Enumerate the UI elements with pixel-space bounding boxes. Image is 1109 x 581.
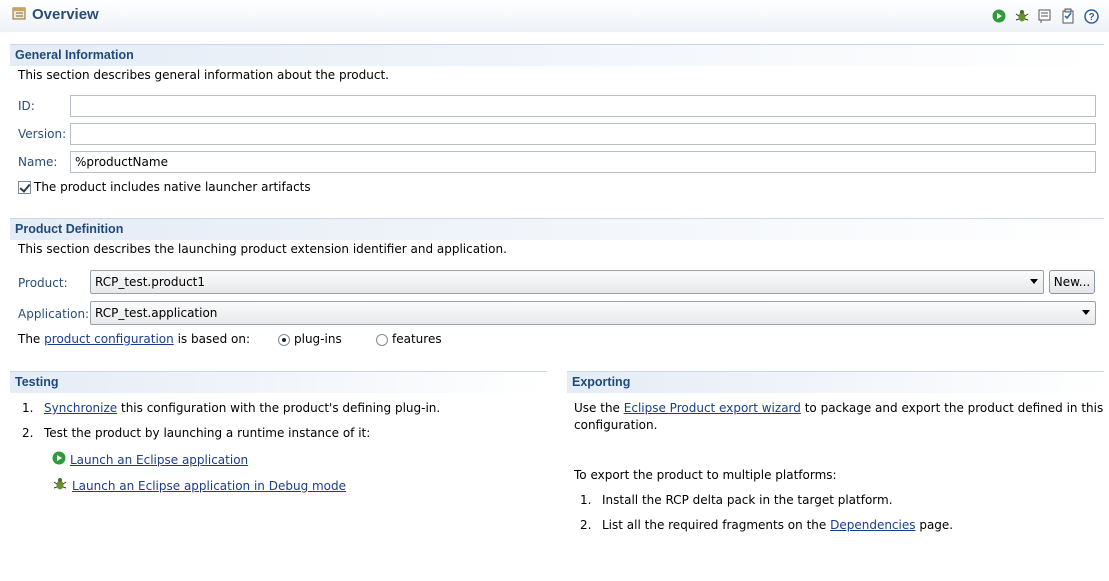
- launch-application-row: Launch an Eclipse application: [52, 451, 248, 468]
- synchronize-link[interactable]: Synchronize: [44, 401, 117, 415]
- testing-step-2: 2. Test the product by launching a runtim…: [22, 426, 370, 440]
- product-definition-description: This section describes the launching pro…: [18, 242, 507, 256]
- features-radio-label: features: [392, 332, 442, 346]
- general-information-description: This section describes general informati…: [18, 68, 389, 82]
- sync-icon[interactable]: [1060, 8, 1076, 24]
- exporting-use-line-2: configuration.: [574, 418, 658, 432]
- page-title-text: Overview: [32, 6, 99, 23]
- overview-icon: [11, 5, 27, 24]
- editor-header: Overview ?: [0, 0, 1109, 32]
- svg-text:?: ?: [1088, 12, 1094, 23]
- application-label: Application:: [18, 307, 90, 321]
- testing-header[interactable]: Testing: [10, 371, 547, 393]
- plugins-radio[interactable]: [278, 334, 290, 346]
- help-icon[interactable]: ?: [1083, 8, 1099, 24]
- general-information-title: General Information: [15, 48, 134, 62]
- export-icon[interactable]: [1037, 8, 1053, 24]
- general-information-header[interactable]: General Information: [10, 44, 1104, 66]
- testing-step-2-text: Test the product by launching a runtime …: [44, 426, 371, 440]
- version-field[interactable]: [70, 123, 1096, 145]
- product-label: Product:: [18, 276, 68, 290]
- run-icon: [52, 451, 66, 468]
- id-field[interactable]: [70, 95, 1096, 117]
- export-wizard-link[interactable]: Eclipse Product export wizard: [624, 401, 801, 415]
- dependencies-link[interactable]: Dependencies: [830, 518, 915, 532]
- product-combo-value: RCP_test.product1: [95, 275, 206, 289]
- based-on-suffix: is based on:: [177, 332, 250, 346]
- testing-title: Testing: [15, 375, 59, 389]
- new-product-button[interactable]: New...: [1049, 270, 1095, 294]
- name-label: Name:: [18, 155, 58, 169]
- application-combo[interactable]: RCP_test.application: [90, 301, 1096, 325]
- exporting-title: Exporting: [572, 375, 631, 389]
- exporting-use-suffix: to package and export the product define…: [804, 401, 1104, 415]
- step-number: 1.: [22, 401, 34, 415]
- name-field[interactable]: [70, 151, 1096, 173]
- native-launcher-label: The product includes native launcher art…: [34, 180, 311, 194]
- page-title: Overview: [11, 5, 99, 24]
- id-label: ID:: [18, 99, 35, 113]
- product-combo[interactable]: RCP_test.product1: [90, 270, 1044, 294]
- exporting-header[interactable]: Exporting: [567, 371, 1104, 393]
- step-number: 2.: [22, 426, 34, 440]
- exporting-use-prefix: Use the: [574, 401, 620, 415]
- product-configuration-link[interactable]: product configuration: [44, 332, 174, 346]
- exporting-use-line: Use the Eclipse Product export wizard to…: [574, 401, 1103, 415]
- plugins-radio-label: plug-ins: [294, 332, 342, 346]
- header-toolbar: ?: [991, 8, 1099, 24]
- chevron-down-icon: [1082, 310, 1090, 315]
- debug-icon[interactable]: [1014, 8, 1030, 24]
- exporting-step-1-text: Install the RCP delta pack in the target…: [602, 493, 893, 507]
- testing-step-1: 1. Synchronize this configuration with th…: [22, 401, 440, 415]
- exporting-step-2: 2. List all the required fragments on the…: [580, 518, 953, 532]
- exporting-step-2-suffix: page.: [919, 518, 954, 532]
- based-on-text: The product configuration is based on:: [18, 332, 250, 346]
- product-definition-title: Product Definition: [15, 222, 124, 236]
- exporting-step-1: 1. Install the RCP delta pack in the targ…: [580, 493, 893, 507]
- features-radio[interactable]: [376, 334, 388, 346]
- launch-debug-row: Launch an Eclipse application in Debug m…: [52, 476, 346, 495]
- version-label: Version:: [18, 127, 67, 141]
- step-number: 2.: [580, 518, 592, 532]
- native-launcher-checkbox[interactable]: [18, 181, 31, 194]
- run-icon[interactable]: [991, 8, 1007, 24]
- launch-eclipse-application-link[interactable]: Launch an Eclipse application: [70, 453, 248, 467]
- chevron-down-icon: [1030, 279, 1038, 284]
- exporting-multi-text: To export the product to multiple platfo…: [574, 468, 837, 482]
- step-number: 1.: [580, 493, 592, 507]
- application-combo-value: RCP_test.application: [95, 306, 218, 320]
- product-definition-header[interactable]: Product Definition: [10, 218, 1104, 240]
- debug-icon: [52, 476, 68, 495]
- launch-debug-mode-link[interactable]: Launch an Eclipse application in Debug m…: [72, 479, 346, 493]
- exporting-step-2-prefix: List all the required fragments on the: [602, 518, 827, 532]
- based-on-prefix: The: [18, 332, 41, 346]
- testing-step-1-text: this configuration with the product's de…: [121, 401, 441, 415]
